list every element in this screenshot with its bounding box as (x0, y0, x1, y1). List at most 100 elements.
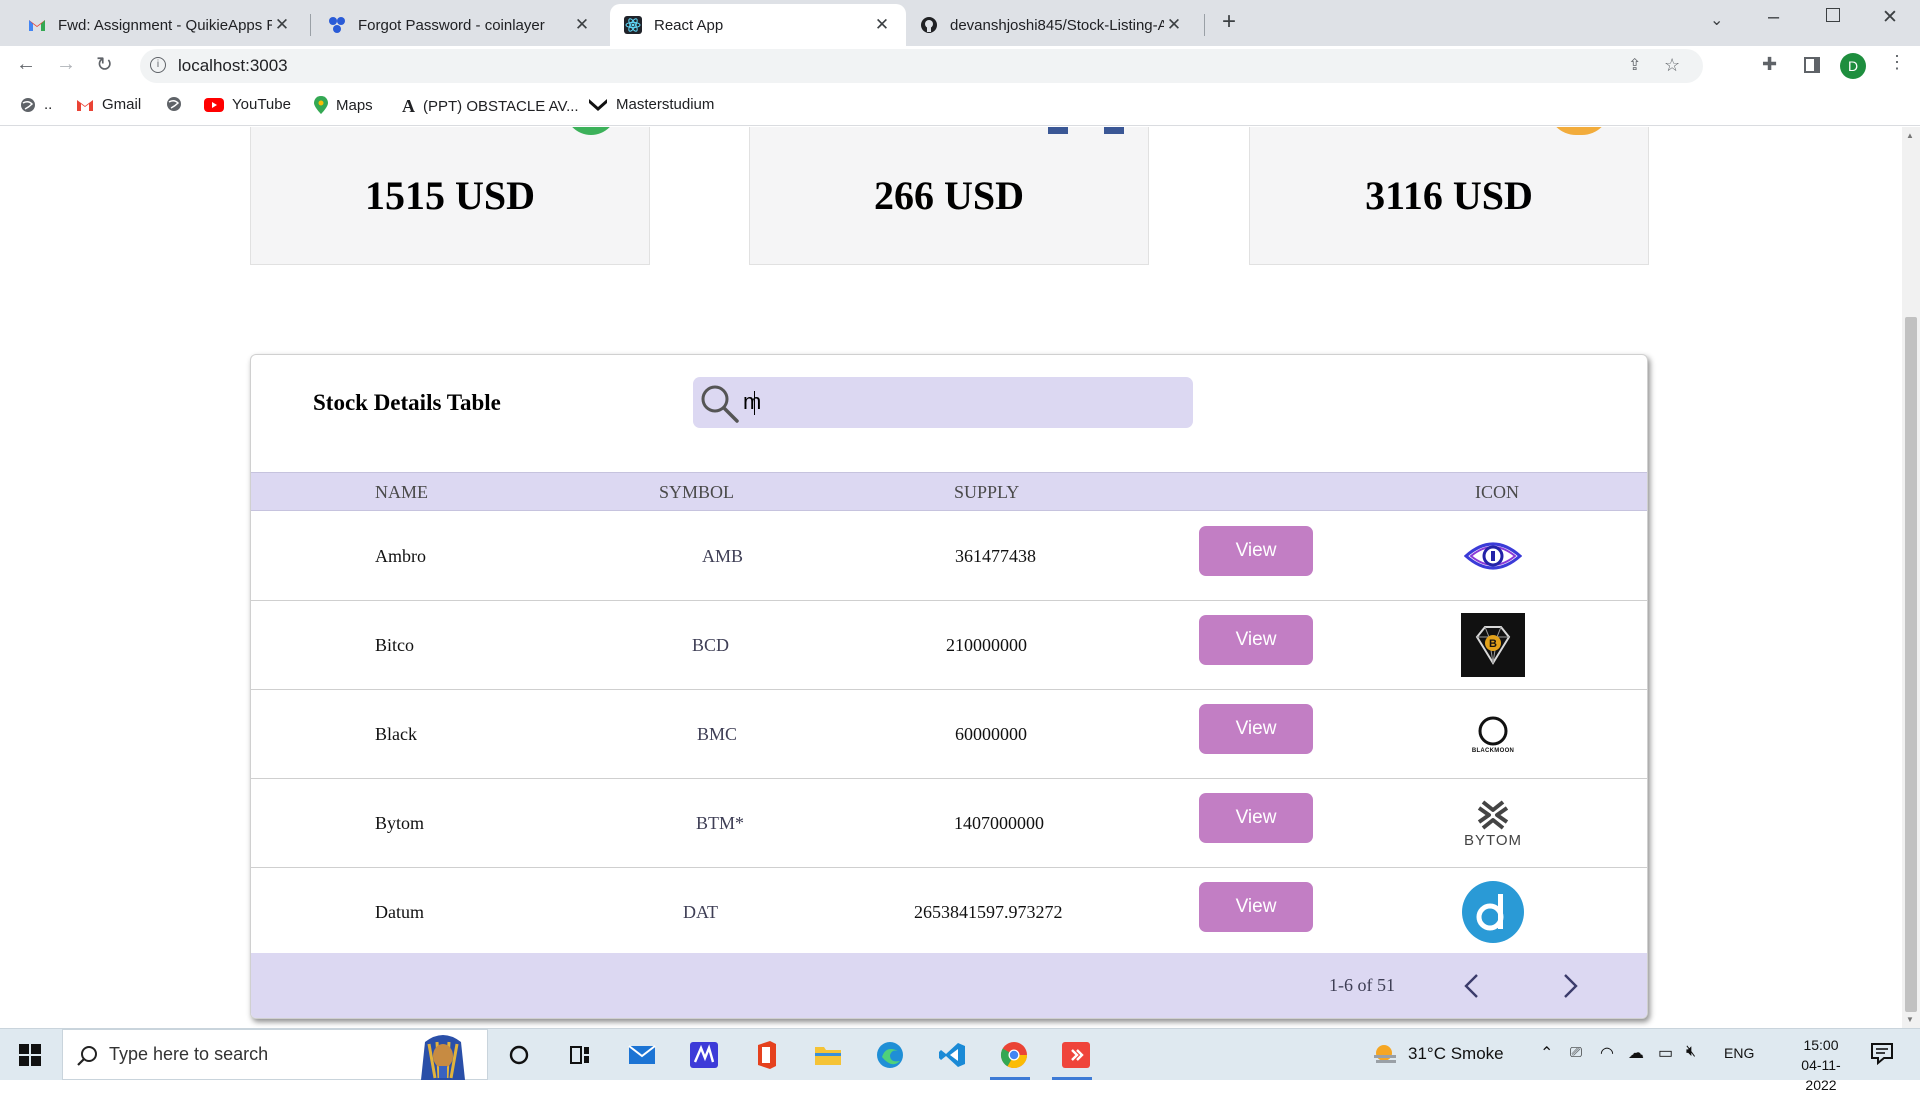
show-hidden-icons[interactable]: ⌃ (1540, 1043, 1553, 1063)
restore-icon[interactable] (1826, 8, 1840, 22)
back-icon[interactable]: ← (16, 53, 36, 76)
scrollbar-thumb[interactable] (1905, 317, 1917, 1012)
menu-icon[interactable]: ⋮ (1888, 52, 1906, 73)
search-input[interactable] (743, 387, 1163, 417)
clock-time: 15:00 (1803, 1037, 1839, 1053)
youtube-icon (204, 97, 224, 112)
bookmark-youtube[interactable]: YouTube (204, 96, 291, 113)
page-scrollbar[interactable]: ▲ ▼ (1902, 127, 1920, 1028)
coinlayer-icon (328, 16, 346, 34)
tab-title: Forgot Password - coinlayer (358, 16, 545, 34)
profile-avatar[interactable]: D (1840, 53, 1866, 79)
search-icon (701, 385, 739, 423)
browser-toolbar: ← → ↻ i localhost:3003 ☆ ⇪ ✚ D ⋮ (0, 46, 1920, 86)
scroll-down-icon[interactable]: ▼ (1906, 1015, 1914, 1024)
bookmark-maps[interactable]: Maps (314, 96, 373, 114)
table-row: Bitco BCD 210000000 View B (251, 601, 1647, 690)
chevron-right-icon[interactable] (1563, 973, 1579, 999)
view-button[interactable]: View (1199, 615, 1313, 665)
cell-supply: 361477438 (955, 546, 1036, 566)
share-icon[interactable]: ⇪ (1628, 55, 1641, 75)
url-text: localhost:3003 (178, 56, 288, 75)
table-row: Datum DAT 2653841597.973272 View (251, 868, 1647, 957)
address-bar[interactable]: i localhost:3003 ☆ ⇪ (140, 49, 1703, 83)
edge-icon[interactable] (876, 1041, 904, 1069)
coin-logo-icon (1548, 127, 1610, 135)
close-icon[interactable]: ✕ (1164, 15, 1184, 35)
table-footer: 1-6 of 51 (251, 953, 1647, 1018)
tab-github[interactable]: devanshjoshi845/Stock-Listing-A ✕ (906, 4, 1198, 46)
onedrive-icon[interactable]: ☁ (1628, 1043, 1644, 1063)
close-icon[interactable]: ✕ (872, 15, 892, 35)
table-row: Black BMC 60000000 View BLACKMOON (251, 690, 1647, 779)
window-close-icon[interactable]: ✕ (1882, 6, 1898, 29)
office-icon[interactable] (752, 1041, 780, 1069)
tab-gmail[interactable]: Fwd: Assignment - QuikieApps R ✕ (14, 4, 306, 46)
reload-icon[interactable]: ↻ (96, 52, 113, 77)
page-content: 1515 USD 266 USD 3116 USD Stock Details … (0, 127, 1902, 1028)
file-explorer-icon[interactable] (814, 1041, 842, 1069)
extensions-icon[interactable]: ✚ (1762, 54, 1777, 75)
windows-taskbar: Type here to search 31°C Smoke ⌃ ⎚ ◠ ☁ ▭… (0, 1028, 1920, 1093)
bookmarks-bar: .. Gmail YouTube Maps A (PPT) OBSTACLE A… (0, 86, 1920, 126)
card-value: 1515 USD (364, 173, 536, 218)
close-icon[interactable]: ✕ (272, 15, 292, 35)
anydesk-icon[interactable] (1062, 1041, 1090, 1069)
windows-start-icon[interactable] (16, 1041, 44, 1069)
chrome-icon[interactable] (1000, 1041, 1028, 1069)
meet-now-icon[interactable]: ⎚ (1570, 1044, 1582, 1061)
view-button[interactable]: View (1199, 793, 1313, 843)
app-icon[interactable] (690, 1041, 718, 1069)
mail-icon[interactable] (628, 1041, 656, 1069)
bookmark-masterstudium[interactable]: Masterstudium (588, 96, 714, 113)
view-button[interactable]: View (1199, 704, 1313, 754)
side-panel-icon[interactable] (1804, 57, 1820, 73)
new-tab-icon[interactable]: + (1222, 8, 1236, 36)
minimize-icon[interactable]: – (1768, 6, 1779, 29)
tab-search-icon[interactable]: ⌄ (1710, 10, 1723, 30)
close-icon[interactable]: ✕ (572, 15, 592, 35)
pharaoh-search-highlight-icon (421, 1035, 465, 1080)
clock[interactable]: 15:00 04-11-2022 (1786, 1035, 1856, 1095)
column-header-symbol: SYMBOL (659, 482, 735, 502)
cell-name: Datum (375, 902, 424, 922)
cell-supply: 2653841597.973272 (914, 902, 1063, 922)
speaker-muted-icon[interactable]: 🔇︎ (1686, 1043, 1696, 1061)
cortana-icon[interactable] (505, 1041, 533, 1069)
site-info-icon[interactable]: i (150, 57, 166, 73)
bookmark-globe[interactable] (166, 96, 190, 112)
forward-icon[interactable]: → (56, 53, 76, 76)
tab-react-app[interactable]: React App ✕ (610, 4, 906, 46)
bookmark-ppt[interactable]: A (PPT) OBSTACLE AV... (402, 96, 579, 117)
scroll-up-icon[interactable]: ▲ (1906, 131, 1914, 140)
view-button[interactable]: View (1199, 526, 1313, 576)
academia-icon: A (402, 96, 415, 116)
cell-symbol: BTM* (696, 813, 745, 833)
browser-tab-bar: Fwd: Assignment - QuikieApps R ✕ Forgot … (0, 0, 1920, 46)
wifi-icon[interactable]: ◠ (1600, 1043, 1614, 1063)
cell-name: Bytom (375, 813, 425, 833)
blackmoon-icon: BLACKMOON (1461, 702, 1525, 766)
vscode-icon[interactable] (938, 1041, 966, 1069)
bookmark-star-icon[interactable]: ☆ (1664, 55, 1680, 76)
card-value: 266 USD (873, 173, 1025, 218)
chevron-left-icon[interactable] (1463, 973, 1479, 999)
notifications-icon[interactable] (1870, 1041, 1894, 1070)
language-indicator[interactable]: ENG (1724, 1045, 1754, 1061)
task-view-icon[interactable] (566, 1041, 594, 1069)
bookmark-apps[interactable]: .. (20, 96, 52, 113)
cell-name: Bitco (375, 635, 414, 655)
tab-coinlayer[interactable]: Forgot Password - coinlayer ✕ (314, 4, 606, 46)
taskbar-search-placeholder: Type here to search (109, 1044, 269, 1064)
cell-symbol: AMB (702, 546, 744, 566)
card-value: 3116 USD (1365, 173, 1533, 218)
coin-logo-icon (1048, 127, 1068, 134)
weather-widget[interactable]: 31°C Smoke (1372, 1043, 1504, 1065)
column-header-supply: SUPPLY (954, 482, 1020, 502)
tab-title: React App (654, 16, 724, 34)
search-box[interactable] (693, 377, 1193, 428)
view-button[interactable]: View (1199, 882, 1313, 932)
bookmark-gmail[interactable]: Gmail (76, 96, 141, 113)
battery-icon[interactable]: ▭ (1658, 1043, 1673, 1063)
taskbar-search-box[interactable]: Type here to search (62, 1029, 488, 1080)
